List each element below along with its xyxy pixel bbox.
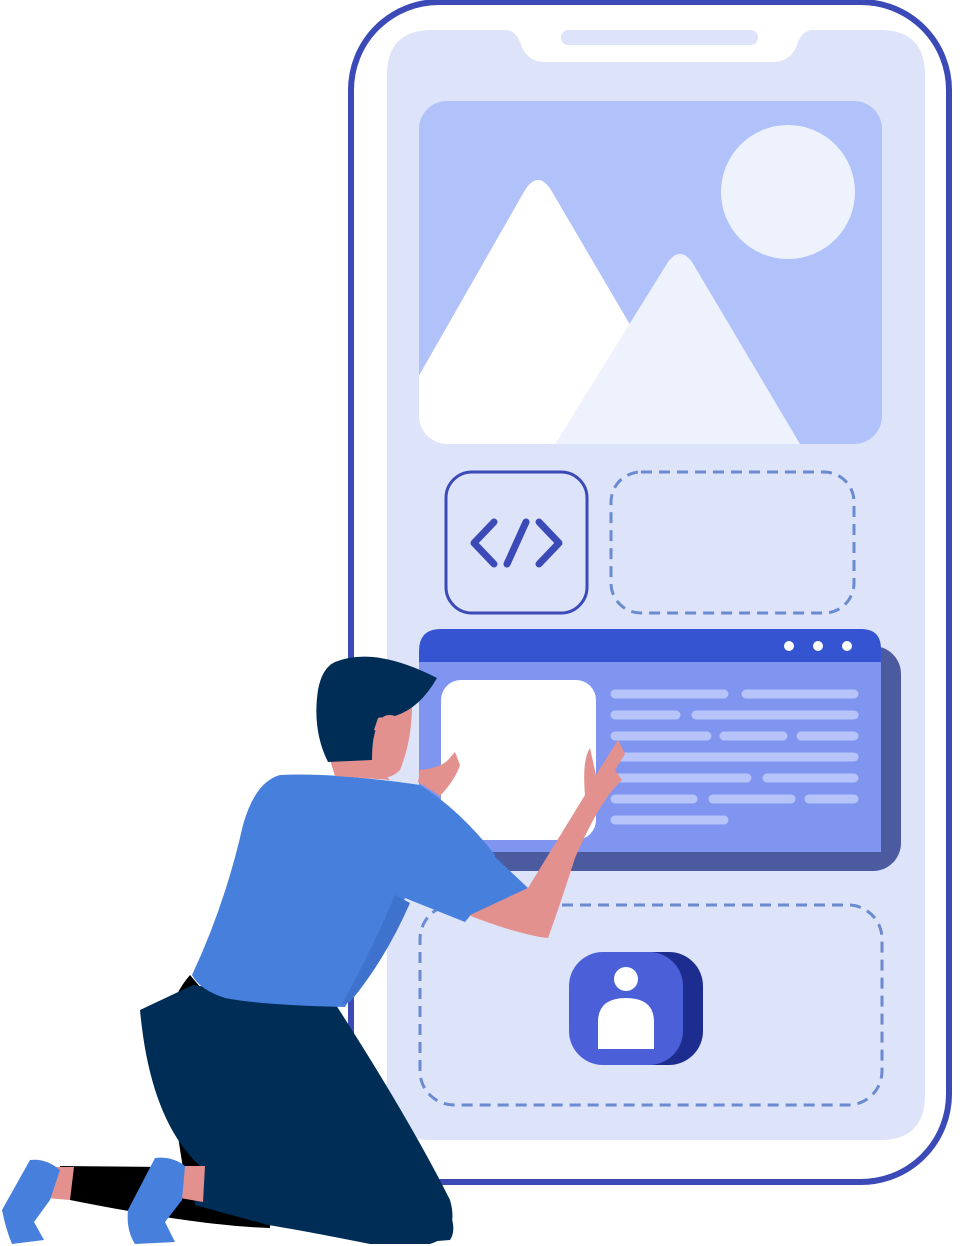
- browser-window: [419, 629, 901, 871]
- user-icon: [569, 952, 703, 1065]
- code-block: [444, 470, 589, 615]
- text-lines: [610, 689, 859, 825]
- window-dot-1: [784, 641, 794, 651]
- back-shoe: [2, 1159, 60, 1244]
- sun-icon: [721, 125, 855, 259]
- window-dot-2: [813, 641, 823, 651]
- window-header: [419, 629, 881, 662]
- user-body: [598, 998, 654, 1049]
- image-placeholder-icon: [419, 101, 882, 444]
- user-head: [614, 967, 638, 991]
- window-dot-3: [842, 641, 852, 651]
- app-development-illustration: [2, 0, 952, 1244]
